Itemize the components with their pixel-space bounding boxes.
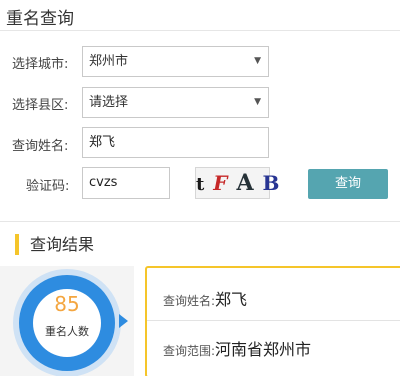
- caret-down-icon: ▼: [254, 97, 261, 107]
- city-select[interactable]: 郑州市 ▼: [82, 46, 269, 77]
- result-scope-row: 查询范围:河南省郑州市: [163, 336, 311, 360]
- city-select-value: 郑州市: [89, 54, 129, 69]
- verification-code-input[interactable]: cvzs: [82, 167, 170, 199]
- result-scope-label: 查询范围:: [163, 344, 216, 358]
- result-name-label: 查询姓名:: [163, 294, 216, 308]
- name-label: 查询姓名:: [12, 139, 69, 154]
- section-accent-bar: [15, 234, 19, 255]
- city-label: 选择城市:: [12, 57, 69, 72]
- name-input[interactable]: 郑飞: [82, 127, 269, 158]
- query-button[interactable]: 查询: [308, 169, 388, 199]
- duplicate-count-label: 重名人数: [45, 325, 89, 338]
- county-select[interactable]: 请选择 ▼: [82, 87, 269, 118]
- duplicate-count: 85: [54, 292, 80, 316]
- result-scope-value: 河南省郑州市: [215, 340, 312, 359]
- title-divider: [0, 30, 400, 31]
- county-select-value: 请选择: [89, 95, 129, 110]
- result-name-row: 查询姓名:郑飞: [163, 286, 247, 310]
- result-divider: [147, 320, 400, 321]
- county-label: 选择县区:: [12, 98, 69, 113]
- result-name-value: 郑飞: [215, 290, 248, 309]
- captcha-image[interactable]: t F A B: [195, 167, 279, 199]
- section-divider: [0, 221, 400, 222]
- page-title: 重名查询: [6, 9, 74, 29]
- caret-down-icon: ▼: [254, 56, 261, 66]
- captcha-char: A: [236, 170, 255, 196]
- captcha-char: F: [213, 171, 229, 195]
- captcha-char: B: [262, 171, 281, 195]
- captcha-char: t: [196, 174, 206, 195]
- code-label: 验证码:: [26, 179, 70, 194]
- results-section-title: 查询结果: [30, 235, 95, 254]
- stat-pointer-arrow: [119, 314, 128, 328]
